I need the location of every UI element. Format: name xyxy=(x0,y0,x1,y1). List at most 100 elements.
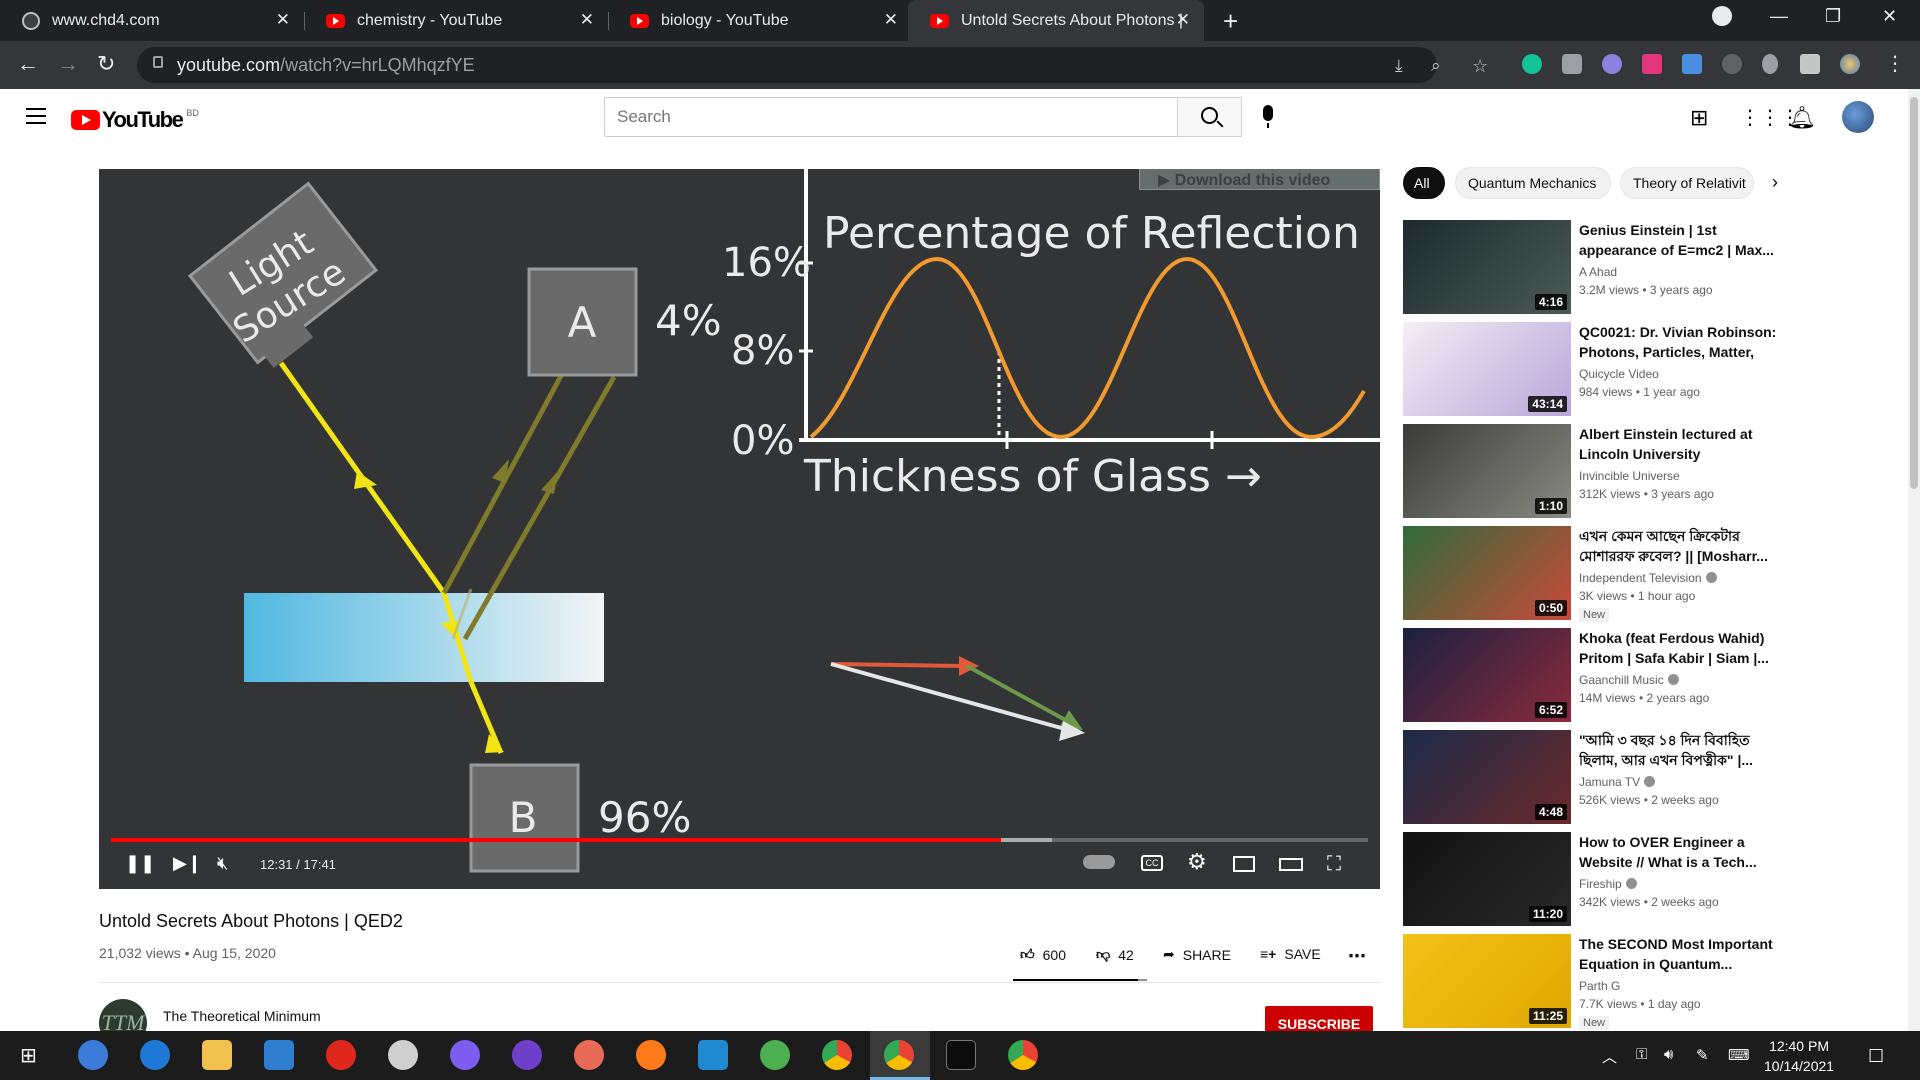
recommended-video[interactable]: 11:20 How to OVER Engineer a Website // W… xyxy=(1403,832,1783,928)
menu-icon[interactable] xyxy=(26,108,46,124)
video-thumbnail[interactable]: 43:14 xyxy=(1403,322,1571,416)
recommended-video[interactable]: 6:52 Khoka (feat Ferdous Wahid) Pritom | … xyxy=(1403,628,1783,724)
earth-icon[interactable] xyxy=(760,1040,790,1070)
pen-icon[interactable] xyxy=(1762,54,1778,74)
recommended-video-title[interactable]: How to OVER Engineer a Website // What i… xyxy=(1579,832,1783,872)
extension-play-icon[interactable] xyxy=(1642,54,1662,74)
forward-icon[interactable]: → xyxy=(57,51,79,77)
pen-icon[interactable]: ✎ xyxy=(1696,1046,1709,1064)
fullscreen-icon[interactable]: ⛶ xyxy=(1327,853,1341,876)
browser-tab-chd4[interactable]: www.chd4.com ✕ xyxy=(0,0,304,41)
recommended-video-title[interactable]: "আমি ৩ বছর ১৪ দিন বিবাহিত ছিলাম, আর এখন … xyxy=(1579,730,1783,770)
share-button[interactable]: ➦ SHARE xyxy=(1163,946,1231,963)
chrome-icon[interactable] xyxy=(884,1040,914,1070)
zoom-icon[interactable]: ⌕ xyxy=(1431,56,1441,76)
keyboard-icon[interactable]: ⌨ xyxy=(1728,1046,1750,1064)
recommended-channel[interactable]: Parth G xyxy=(1579,979,1620,993)
profile-avatar-icon[interactable] xyxy=(1840,54,1860,74)
extension-icon[interactable] xyxy=(1722,54,1742,74)
mail-icon[interactable] xyxy=(264,1040,294,1070)
opera-icon[interactable] xyxy=(326,1040,356,1070)
notifications-icon[interactable]: ☐ xyxy=(1868,1046,1884,1067)
satellite-icon[interactable] xyxy=(388,1040,418,1070)
recommended-video[interactable]: 1:10 Albert Einstein lectured at Lincoln … xyxy=(1403,424,1783,520)
new-tab-icon[interactable]: + xyxy=(1223,6,1238,37)
recommended-video-title[interactable]: Genius Einstein | 1st appearance of E=mc… xyxy=(1579,220,1783,260)
reload-icon[interactable]: ↻ xyxy=(97,51,115,77)
extension-icon[interactable] xyxy=(1602,54,1622,74)
install-icon[interactable]: ⤓ xyxy=(1395,56,1403,76)
microphone-icon[interactable] xyxy=(1263,105,1273,128)
recommended-video[interactable]: 0:50 এখন কেমন আছেন ক্রিকেটার মোশাররফ রুবে… xyxy=(1403,526,1783,622)
recommended-channel[interactable]: Independent Television xyxy=(1579,571,1717,585)
file-explorer-icon[interactable] xyxy=(202,1040,232,1070)
edge-icon[interactable] xyxy=(140,1040,170,1070)
browser-tab-biology[interactable]: biology - YouTube ✕ xyxy=(608,0,912,41)
browser-tab-chemistry[interactable]: chemistry - YouTube ✕ xyxy=(304,0,608,41)
download-video-banner[interactable]: ▶ Download this video xyxy=(1139,169,1380,190)
recommended-channel[interactable]: Jamuna TV xyxy=(1579,775,1656,789)
video-thumbnail[interactable]: 4:16 xyxy=(1403,220,1571,314)
create-video-icon[interactable]: ⊞ xyxy=(1690,105,1708,131)
firefox-icon[interactable] xyxy=(636,1040,666,1070)
chip-theory-of-relativity[interactable]: Theory of Relativit xyxy=(1620,167,1754,199)
app-icon[interactable] xyxy=(574,1040,604,1070)
chevron-right-icon[interactable]: › xyxy=(1772,172,1778,193)
recommended-video[interactable]: 11:25 The SECOND Most Important Equation … xyxy=(1403,934,1783,1030)
minimize-icon[interactable]: — xyxy=(1770,6,1788,27)
chip-quantum-mechanics[interactable]: Quantum Mechanics xyxy=(1455,167,1611,199)
notifications-bell-icon[interactable]: 🔔︎ xyxy=(1788,105,1816,131)
extensions-puzzle-icon[interactable] xyxy=(1800,54,1820,74)
video-player[interactable]: Light Source A 4% B 96% 16% 8% 0% Percen… xyxy=(99,169,1380,889)
autoplay-toggle[interactable] xyxy=(1083,855,1115,869)
browser-tab-photons[interactable]: Untold Secrets About Photons | Q ✕ xyxy=(908,0,1204,41)
pause-icon[interactable]: ❚❚ xyxy=(125,853,155,874)
vscode-icon[interactable] xyxy=(698,1040,728,1070)
tab-close-icon[interactable]: ✕ xyxy=(884,10,898,30)
settings-gear-icon[interactable]: ⚙ xyxy=(1187,849,1207,875)
tab-close-icon[interactable]: ✕ xyxy=(276,10,290,30)
address-bar[interactable]: youtube.com/watch?v=hrLQMhqzfYE ⤓ ⌕ ☆ xyxy=(137,47,1488,83)
recommended-channel[interactable]: Gaanchill Music xyxy=(1579,673,1679,687)
next-icon[interactable]: ▶❙ xyxy=(173,853,202,874)
miniplayer-icon[interactable] xyxy=(1233,856,1255,872)
video-thumbnail[interactable]: 11:25 xyxy=(1403,934,1571,1028)
recommended-channel[interactable]: Quicycle Video xyxy=(1579,367,1659,381)
captions-icon[interactable]: CC xyxy=(1141,855,1163,871)
video-thumbnail[interactable]: 4:48 xyxy=(1403,730,1571,824)
video-thumbnail[interactable]: 11:20 xyxy=(1403,832,1571,926)
bookmark-star-icon[interactable]: ☆ xyxy=(1472,56,1488,77)
window-close-icon[interactable]: ✕ xyxy=(1882,6,1897,27)
recommended-video-title[interactable]: এখন কেমন আছেন ক্রিকেটার মোশাররফ রুবেল? |… xyxy=(1579,526,1783,566)
recommended-channel[interactable]: Fireship xyxy=(1579,877,1637,891)
save-button[interactable]: ≡+ SAVE xyxy=(1260,946,1321,962)
grammarly-icon[interactable] xyxy=(1522,54,1542,74)
volume-icon[interactable]: 🔊︎ xyxy=(1664,1046,1673,1063)
mute-icon[interactable]: 🔇︎ xyxy=(217,853,228,874)
video-thumbnail[interactable]: 6:52 xyxy=(1403,628,1571,722)
tab-close-icon[interactable]: ✕ xyxy=(580,10,594,30)
system-clock[interactable]: 12:40 PM 10/14/2021 xyxy=(1764,1036,1834,1076)
camera-icon[interactable] xyxy=(1562,54,1582,74)
like-button[interactable]: 👍︎ 600 xyxy=(1020,946,1066,963)
recommended-video-title[interactable]: Khoka (feat Ferdous Wahid) Pritom | Safa… xyxy=(1579,628,1783,668)
chrome-icon[interactable] xyxy=(1008,1040,1038,1070)
network-icon[interactable]: ⚿ xyxy=(1636,1046,1647,1063)
search-input[interactable] xyxy=(604,97,1178,137)
channel-name[interactable]: The Theoretical Minimum xyxy=(163,1008,321,1024)
chip-all[interactable]: All xyxy=(1403,167,1445,199)
back-icon[interactable]: ← xyxy=(17,51,39,77)
account-avatar[interactable] xyxy=(1842,101,1874,133)
dislike-button[interactable]: 👎︎ 42 xyxy=(1096,946,1134,963)
recommended-video[interactable]: 4:16 Genius Einstein | 1st appearance of … xyxy=(1403,220,1783,316)
recommended-video[interactable]: 43:14 QC0021: Dr. Vivian Robinson: Photon… xyxy=(1403,322,1783,418)
github-desktop-icon[interactable] xyxy=(512,1040,542,1070)
chrome-menu-icon[interactable]: ⋮ xyxy=(1885,51,1905,76)
search-button[interactable] xyxy=(1177,97,1242,137)
progress-bar[interactable] xyxy=(111,838,1368,842)
scrollbar-thumb[interactable] xyxy=(1910,97,1918,489)
page-scrollbar[interactable] xyxy=(1908,89,1920,1031)
recommended-video-title[interactable]: Albert Einstein lectured at Lincoln Univ… xyxy=(1579,424,1783,464)
more-actions-icon[interactable]: ⋯ xyxy=(1348,946,1366,967)
video-thumbnail[interactable]: 0:50 xyxy=(1403,526,1571,620)
